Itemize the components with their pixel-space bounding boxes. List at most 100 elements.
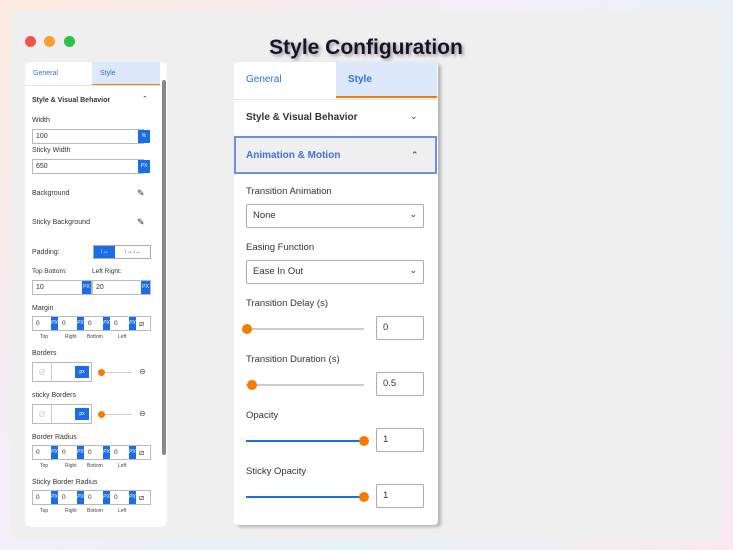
px-unit[interactable]: px (75, 366, 89, 378)
delay-label: Transition Delay (s) (246, 298, 329, 309)
top-label: Top (40, 508, 49, 514)
radius-right-value[interactable]: 0 (62, 446, 66, 459)
px-unit[interactable]: PX (77, 317, 84, 330)
link-values-icon[interactable]: ⧄ (139, 491, 144, 504)
margin-left-value[interactable]: 0 (114, 317, 118, 330)
section-animation-motion[interactable]: Animation & Motion ⌃ (234, 136, 437, 174)
sticky-border-slider[interactable] (98, 411, 132, 418)
sticky-borders-label: sticky Borders (32, 392, 76, 399)
link-icon[interactable]: ⊖ (139, 409, 146, 418)
padding-axis-option[interactable]: ↕↔ (94, 246, 115, 258)
px-unit[interactable]: PX (103, 317, 110, 330)
opacity-slider[interactable] (246, 436, 369, 446)
width-unit-button[interactable]: % (138, 130, 150, 143)
section-style-visual[interactable]: Style & Visual Behavior (246, 112, 358, 123)
section-title: Style & Visual Behavior (32, 97, 111, 104)
sticky-width-input[interactable]: 650 (32, 159, 144, 174)
padding-individual-option[interactable]: ↑→↓← (115, 246, 150, 258)
slider-knob[interactable] (246, 380, 257, 390)
px-unit[interactable]: PX (82, 281, 91, 294)
chevron-down-icon: ⌄ (409, 209, 417, 219)
borders-label: Borders (32, 350, 57, 357)
px-unit[interactable]: PX (51, 446, 58, 459)
sticky-radius-left-value[interactable]: 0 (114, 491, 118, 504)
chevron-down-icon[interactable]: ⌄ (410, 111, 418, 122)
chevron-up-icon[interactable]: ⌃ (142, 95, 148, 103)
sticky-radius-top-value[interactable]: 0 (36, 491, 40, 504)
sticky-opacity-input[interactable]: 1 (376, 484, 424, 508)
selected-value: None (253, 210, 276, 221)
px-unit[interactable]: PX (103, 491, 110, 504)
scrollbar[interactable] (162, 80, 166, 455)
sticky-opacity-label: Sticky Opacity (246, 466, 307, 477)
px-unit[interactable]: PX (77, 491, 84, 504)
sticky-border-width-input[interactable]: ⊘ px (32, 404, 92, 424)
divider (25, 85, 162, 86)
border-slider[interactable] (98, 369, 132, 376)
tab-general[interactable]: General (246, 62, 282, 98)
px-unit[interactable]: PX (103, 446, 110, 459)
sticky-opacity-slider[interactable] (246, 492, 369, 502)
border-width-input[interactable]: ⊘ px (32, 362, 92, 382)
px-unit[interactable]: PX (129, 446, 136, 459)
bottom-label: Bottom (87, 508, 103, 514)
bottom-label: Bottom (87, 463, 103, 469)
easing-select[interactable]: Ease In Out ⌄ (246, 260, 424, 284)
radius-bottom-value[interactable]: 0 (88, 446, 92, 459)
no-border-icon[interactable]: ⊘ (33, 405, 52, 423)
left-settings-panel: General Style Style & Visual Behavior ⌃ … (25, 62, 167, 527)
border-radius-label: Border Radius (32, 434, 77, 441)
width-input[interactable]: 100 (32, 129, 144, 144)
px-unit[interactable]: PX (141, 281, 150, 294)
padding-mode-toggle: ↕↔ ↑→↓← (93, 245, 151, 259)
slider-knob[interactable] (98, 369, 105, 376)
margin-top-value[interactable]: 0 (36, 317, 40, 330)
radius-left-value[interactable]: 0 (114, 446, 118, 459)
tab-general[interactable]: General (25, 62, 92, 85)
sticky-border-radius-label: Sticky Border Radius (32, 479, 98, 486)
px-unit[interactable]: PX (77, 446, 84, 459)
background-label: Background (32, 190, 70, 197)
link-values-icon[interactable]: ⧄ (139, 317, 144, 330)
selected-value: Ease In Out (253, 266, 304, 277)
px-unit[interactable]: PX (51, 317, 58, 330)
sticky-radius-bottom-value[interactable]: 0 (88, 491, 92, 504)
pencil-icon[interactable]: ✎ (137, 217, 145, 228)
border-radius-inputs[interactable]: 0 0 0 0 PX PX PX PX ⧄ (32, 445, 151, 460)
radius-top-value[interactable]: 0 (36, 446, 40, 459)
link-icon[interactable]: ⊖ (139, 367, 146, 376)
slider-knob[interactable] (242, 324, 253, 334)
margin-inputs[interactable]: 0 0 0 0 PX PX PX PX ⧄ (32, 316, 151, 331)
slider-knob[interactable] (98, 411, 105, 418)
delay-slider[interactable] (242, 324, 364, 334)
delay-input[interactable]: 0 (376, 316, 424, 340)
px-unit[interactable]: PX (129, 317, 136, 330)
px-unit[interactable]: PX (51, 491, 58, 504)
top-bottom-label: Top Bottom: (32, 268, 67, 275)
width-label: Width (32, 117, 50, 124)
no-border-icon[interactable]: ⊘ (33, 363, 52, 381)
px-unit[interactable]: PX (129, 491, 136, 504)
chevron-up-icon[interactable]: ⌃ (411, 150, 419, 161)
slider-knob[interactable] (359, 492, 369, 502)
tab-style[interactable]: Style (336, 62, 437, 98)
duration-slider[interactable] (246, 380, 364, 390)
chevron-down-icon: ⌄ (409, 265, 417, 275)
transition-animation-select[interactable]: None ⌄ (246, 204, 424, 228)
margin-bottom-value[interactable]: 0 (88, 317, 92, 330)
opacity-label: Opacity (246, 410, 279, 421)
margin-right-value[interactable]: 0 (62, 317, 66, 330)
sticky-width-label: Sticky Width (32, 147, 71, 154)
sticky-border-radius-inputs[interactable]: 0 0 0 0 PX PX PX PX ⧄ (32, 490, 151, 505)
pencil-icon[interactable]: ✎ (137, 188, 145, 199)
bottom-label: Bottom (87, 334, 103, 340)
top-label: Top (40, 334, 49, 340)
link-values-icon[interactable]: ⧄ (139, 446, 144, 459)
tab-style[interactable]: Style (92, 62, 160, 85)
px-unit[interactable]: px (75, 408, 89, 420)
opacity-input[interactable]: 1 (376, 428, 424, 452)
duration-input[interactable]: 0.5 (376, 372, 424, 396)
sticky-radius-right-value[interactable]: 0 (62, 491, 66, 504)
slider-knob[interactable] (359, 436, 369, 446)
sticky-width-unit-button[interactable]: PX (138, 160, 150, 173)
